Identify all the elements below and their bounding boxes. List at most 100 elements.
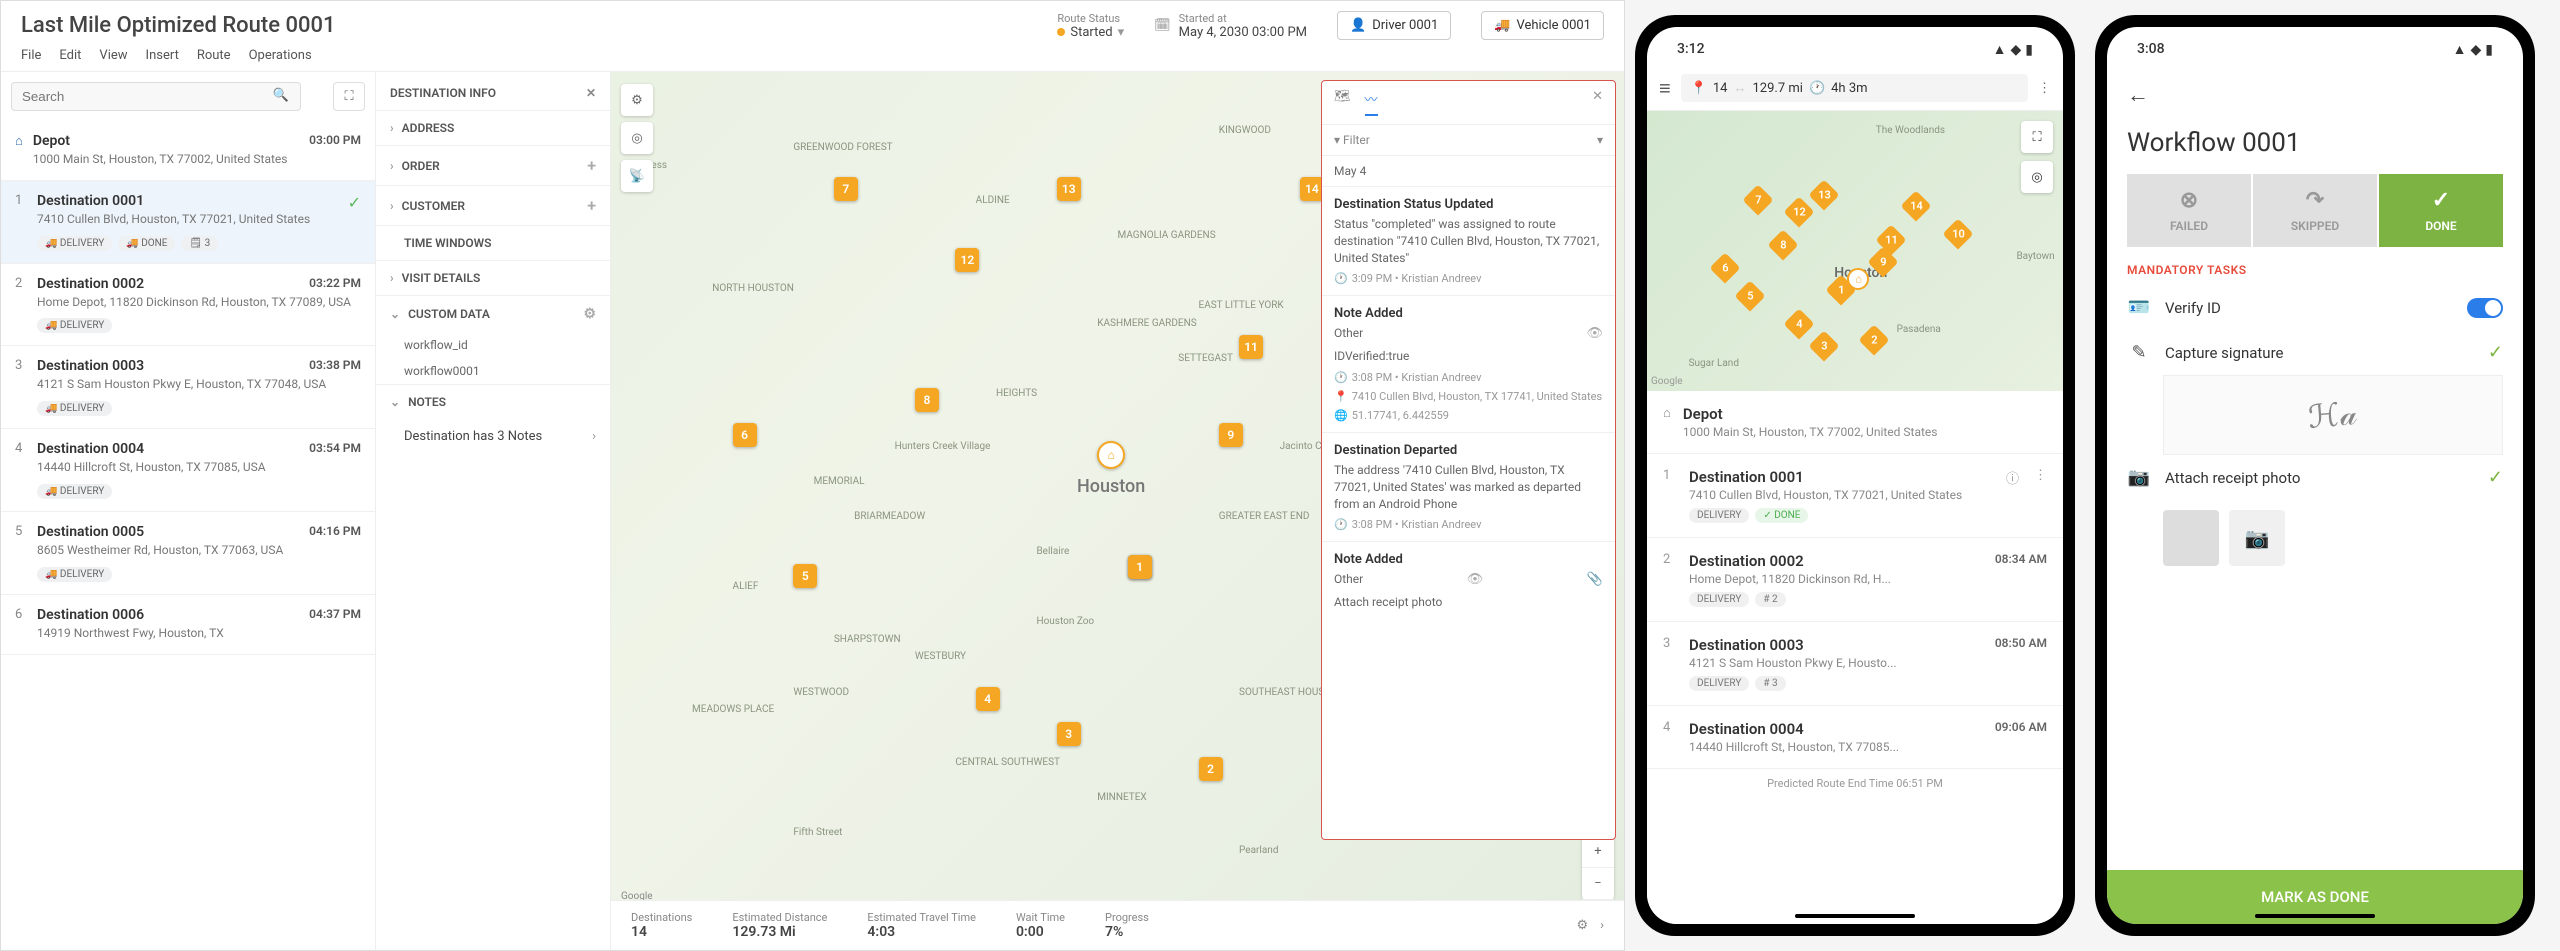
phone-map-pin[interactable]: 7 [1742, 185, 1773, 216]
phone-dest-item[interactable]: 4 Destination 0004 14440 Hillcroft St, H… [1647, 706, 2063, 769]
attachment-icon[interactable]: 📎 [1587, 572, 1603, 587]
locate-icon[interactable]: ◎ [2021, 161, 2053, 193]
phone-dest-item[interactable]: 3 Destination 0003 4121 S Sam Houston Pk… [1647, 622, 2063, 706]
activity-item[interactable]: Destination Status UpdatedStatus "comple… [1322, 186, 1615, 295]
map-pin[interactable]: 12 [955, 248, 979, 272]
back-icon[interactable]: ← [2127, 82, 2149, 108]
destination-list[interactable]: ⌂ Depot 1000 Main St, Houston, TX 77002,… [1, 121, 375, 950]
add-customer-button[interactable]: + [587, 196, 596, 215]
map-pin[interactable]: 8 [915, 388, 939, 412]
phone-map-pin[interactable]: 13 [1809, 179, 1840, 210]
destination-item[interactable]: 2 Destination 0002 Home Depot, 11820 Dic… [1, 264, 375, 347]
receipt-thumbnail[interactable] [2163, 510, 2219, 566]
map-layers-icon[interactable]: ◎ [621, 122, 653, 154]
phone-map[interactable]: Houston The Woodlands Baytown Sugar Land… [1647, 111, 2063, 391]
task-signature[interactable]: ✎ Capture signature ✓ [2107, 330, 2523, 375]
phone-dest-item[interactable]: 2 Destination 0002 Home Depot, 11820 Dic… [1647, 538, 2063, 622]
expand-icon[interactable]: ⛶ [333, 82, 365, 111]
map-pin[interactable]: 4 [976, 687, 1000, 711]
section-time-windows[interactable]: TIME WINDOWS [376, 225, 610, 260]
menu-view[interactable]: View [99, 48, 127, 63]
phone-depot-item[interactable]: ⌂ Depot 1000 Main St, Houston, TX 77002,… [1647, 391, 2063, 454]
activity-item[interactable]: Destination DepartedThe address '7410 Cu… [1322, 432, 1615, 541]
map-pin[interactable]: 3 [1057, 722, 1081, 746]
close-icon[interactable]: ✕ [586, 86, 596, 100]
menu-insert[interactable]: Insert [146, 48, 179, 63]
chevron-down-icon[interactable]: ▾ [1597, 133, 1603, 147]
chevron-down-icon[interactable]: ▾ [1118, 25, 1125, 40]
menu-route[interactable]: Route [197, 48, 231, 63]
phone-map-pin[interactable]: 12 [1784, 196, 1815, 227]
menu-edit[interactable]: Edit [59, 48, 81, 63]
destination-item[interactable]: 6 Destination 0006 14919 Northwest Fwy, … [1, 595, 375, 655]
add-order-button[interactable]: + [587, 156, 596, 175]
map-pin[interactable]: 13 [1057, 177, 1081, 201]
map-pin[interactable]: 5 [793, 564, 817, 588]
activity-list[interactable]: Destination Status UpdatedStatus "comple… [1322, 186, 1615, 839]
map-broadcast-icon[interactable]: 📡 [621, 160, 653, 192]
phone-map-pin[interactable]: 4 [1784, 308, 1815, 339]
filter-row[interactable]: ▾ Filter ▾ [1322, 125, 1615, 156]
failed-button[interactable]: ⊗FAILED [2127, 174, 2251, 247]
phone-map-pin[interactable]: 2 [1859, 325, 1890, 356]
menu-operations[interactable]: Operations [249, 48, 312, 63]
map-home-pin[interactable]: ⌂ [1097, 441, 1125, 469]
search-input[interactable] [11, 82, 301, 111]
destination-item[interactable]: 4 Destination 0004 14440 Hillcroft St, H… [1, 429, 375, 512]
gear-icon[interactable]: ⚙ [583, 306, 596, 322]
phone-map-pin[interactable]: 6 [1709, 252, 1740, 283]
map-pin[interactable]: 9 [1219, 423, 1243, 447]
phone-map-pin[interactable]: 3 [1809, 330, 1840, 361]
map-pin[interactable]: 1 [1128, 555, 1152, 579]
phone-map-pin[interactable]: 8 [1767, 230, 1798, 261]
phone-destination-list[interactable]: ⌂ Depot 1000 Main St, Houston, TX 77002,… [1647, 391, 2063, 924]
map-pin[interactable]: 11 [1239, 335, 1263, 359]
phone-map-pin[interactable]: 10 [1942, 218, 1973, 249]
route-summary-chip[interactable]: 📍14 ↔129.7 mi 🕐4h 3m [1681, 74, 2028, 102]
zoom-out-button[interactable]: − [1582, 868, 1614, 900]
destination-item[interactable]: 5 Destination 0005 8605 Westheimer Rd, H… [1, 512, 375, 595]
map-pin[interactable]: 2 [1199, 757, 1223, 781]
notes-summary-row[interactable]: Destination has 3 Notes › [376, 419, 610, 454]
route-map[interactable]: GREENWOOD FORESTNORTH HOUSTONKINGWOODATA… [611, 72, 1624, 950]
map-pin[interactable]: 7 [834, 177, 858, 201]
info-icon[interactable]: ⓘ [2006, 468, 2019, 487]
more-icon[interactable]: ⋮ [2038, 81, 2051, 96]
fullscreen-icon[interactable]: ⛶ [2021, 121, 2053, 153]
eye-icon[interactable]: 👁 [1586, 326, 1603, 341]
task-photo[interactable]: 📷 Attach receipt photo ✓ [2107, 455, 2523, 500]
more-icon[interactable]: ⋮ [2034, 468, 2047, 483]
activity-item[interactable]: Note AddedOther👁📎Attach receipt photo [1322, 541, 1615, 621]
phone-map-pin[interactable]: 5 [1734, 280, 1765, 311]
phone-map-pin[interactable]: 14 [1900, 190, 1931, 221]
map-pin[interactable]: 6 [733, 423, 757, 447]
depot-item[interactable]: ⌂ Depot 1000 Main St, Houston, TX 77002,… [1, 121, 375, 181]
section-address[interactable]: ›ADDRESS [376, 110, 610, 145]
tab-route-icon[interactable]: 🗺 [1334, 89, 1351, 116]
section-order[interactable]: ›ORDER+ [376, 145, 610, 185]
close-icon[interactable]: ✕ [1592, 89, 1603, 116]
add-photo-button[interactable]: 📷 [2229, 510, 2285, 566]
destination-item[interactable]: 3 Destination 0003 4121 S Sam Houston Pk… [1, 346, 375, 429]
activity-item[interactable]: Note AddedOther👁IDVerified:true🕐 3:08 PM… [1322, 295, 1615, 432]
skipped-button[interactable]: ↷SKIPPED [2253, 174, 2377, 247]
verify-id-toggle[interactable] [2467, 298, 2503, 318]
signature-preview[interactable]: ℋ𝒶 [2163, 375, 2503, 455]
section-customer[interactable]: ›CUSTOMER+ [376, 185, 610, 225]
driver-pill[interactable]: 👤Driver 0001 [1337, 11, 1451, 40]
menu-icon[interactable]: ≡ [1659, 76, 1671, 101]
section-visit-details[interactable]: ›VISIT DETAILS [376, 260, 610, 295]
footer-settings-icon[interactable]: ⚙ [1576, 918, 1588, 933]
eye-icon[interactable]: 👁 [1467, 572, 1484, 587]
section-notes[interactable]: ⌄NOTES [376, 384, 610, 419]
chevron-right-icon[interactable]: › [1600, 918, 1604, 933]
search-icon[interactable]: 🔍 [273, 88, 289, 117]
tab-activity-icon[interactable]: 〰 [1365, 89, 1378, 116]
section-custom-data[interactable]: ⌄CUSTOM DATA⚙ [376, 295, 610, 332]
done-button[interactable]: ✓DONE [2379, 174, 2503, 247]
map-settings-icon[interactable]: ⚙ [621, 84, 653, 116]
task-verify-id[interactable]: 🪪 Verify ID [2107, 285, 2523, 330]
phone-dest-item[interactable]: 1 Destination 0001 7410 Cullen Blvd, Hou… [1647, 454, 2063, 538]
zoom-in-button[interactable]: + [1582, 836, 1614, 868]
destination-item[interactable]: 1 Destination 0001 7410 Cullen Blvd, Hou… [1, 181, 375, 264]
